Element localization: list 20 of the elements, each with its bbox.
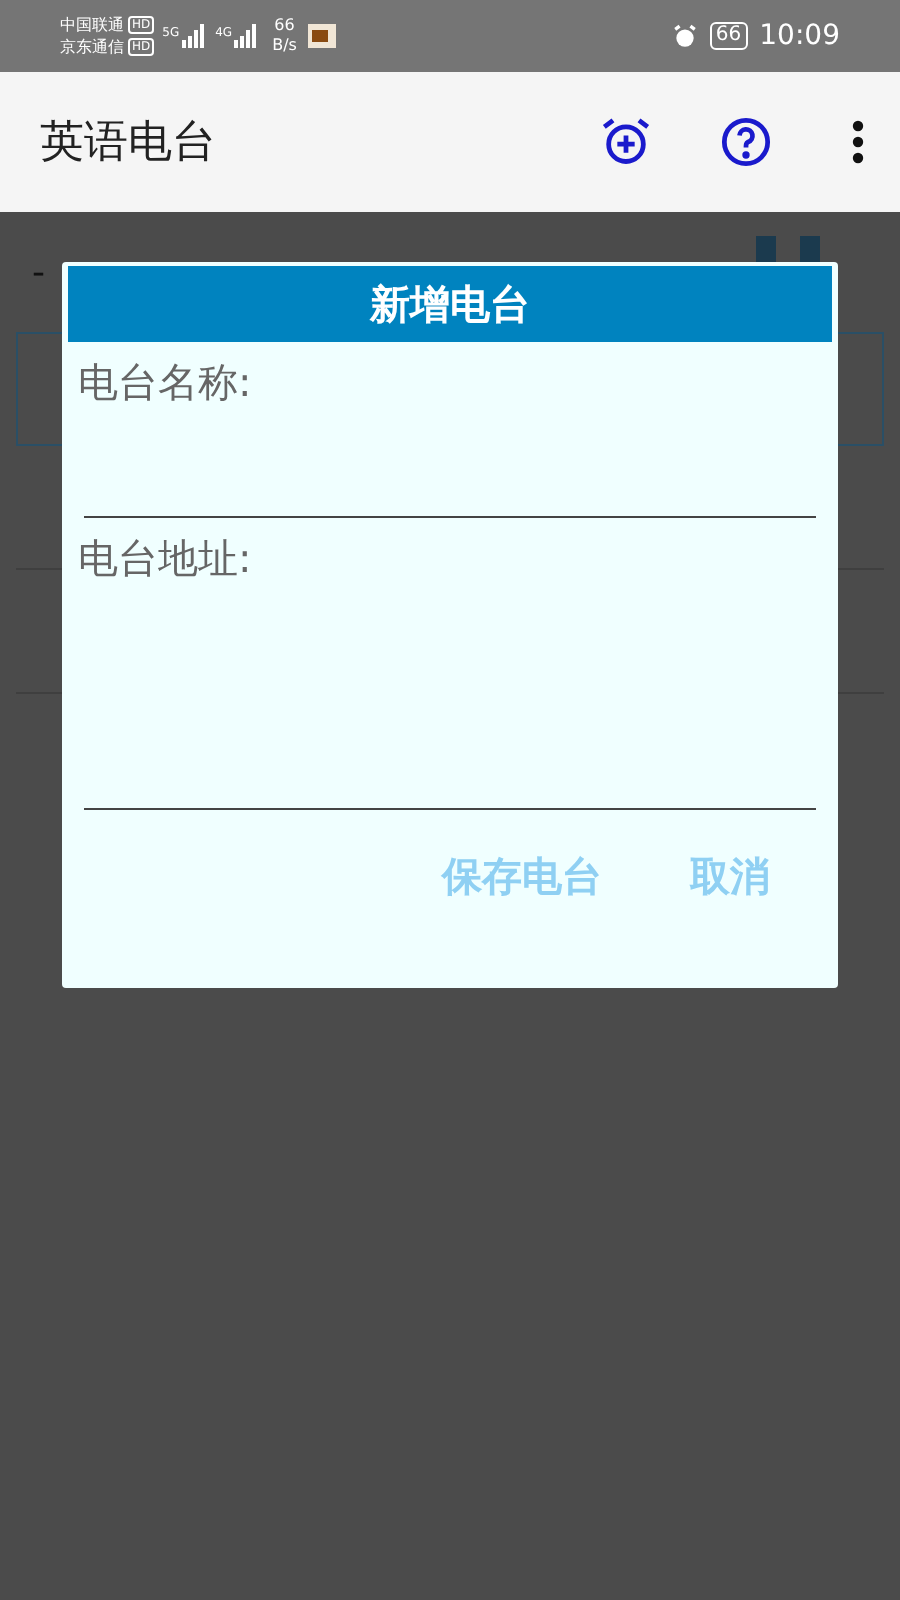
network-speed-unit: B/s xyxy=(272,36,297,56)
alarm-icon xyxy=(671,23,698,49)
carrier-name: 中国联通 xyxy=(60,14,124,36)
signal-icon xyxy=(232,24,261,48)
more-options-icon[interactable] xyxy=(852,120,864,164)
save-button[interactable]: 保存电台 xyxy=(442,846,602,906)
help-icon[interactable] xyxy=(720,116,772,168)
carrier-name: 京东通信 xyxy=(60,36,124,58)
app-title: 英语电台 xyxy=(40,115,216,171)
cancel-button[interactable]: 取消 xyxy=(690,846,770,906)
dialog-title: 新增电台 xyxy=(370,278,530,332)
battery-indicator: 66 xyxy=(709,22,748,50)
radio-app-icon xyxy=(308,24,337,48)
clock-time: 10:09 xyxy=(759,17,840,55)
network-speed: 66 xyxy=(274,16,295,36)
field-label: 电台名称: xyxy=(78,356,254,410)
field-label: 电台地址: xyxy=(78,532,254,586)
add-alarm-icon[interactable] xyxy=(600,116,652,168)
signal-icon xyxy=(179,24,208,48)
row-text: - xyxy=(32,249,45,297)
